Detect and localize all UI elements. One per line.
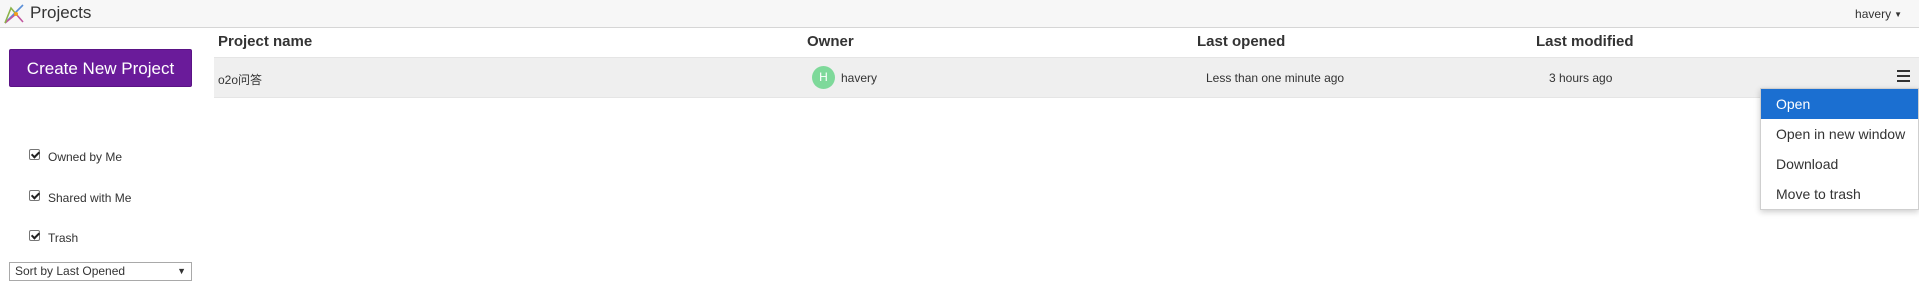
avatar: H [812,66,835,89]
row-actions-menu: Open Open in new window Download Move to… [1760,88,1919,210]
checkbox-shared-with-me[interactable] [29,189,40,201]
checkbox-owned-by-me[interactable] [29,148,40,160]
filter-label: Trash [48,231,79,245]
sort-select[interactable]: Sort by Last Opened ▼ [9,262,192,281]
filter-trash[interactable]: Trash [29,229,79,245]
menu-item-open[interactable]: Open [1761,89,1918,119]
checkbox-trash[interactable] [29,229,40,241]
last-modified: 3 hours ago [1549,71,1613,85]
column-header-owner[interactable]: Owner [807,33,854,50]
user-menu[interactable]: havery ▼ [1855,7,1902,21]
filter-label: Shared with Me [48,191,132,205]
column-header-project-name[interactable]: Project name [218,33,312,50]
filter-label: Owned by Me [48,150,123,164]
table-row[interactable]: o2o问答 H havery Less than one minute ago … [214,57,1919,98]
column-header-last-modified[interactable]: Last modified [1536,33,1634,50]
filter-shared-with-me[interactable]: Shared with Me [29,189,132,205]
project-name[interactable]: o2o问答 [218,71,262,88]
menu-item-move-to-trash[interactable]: Move to trash [1761,179,1918,209]
dropdown-arrow-icon: ▼ [177,266,186,276]
menu-item-download[interactable]: Download [1761,149,1918,179]
user-name: havery [1855,7,1892,21]
caret-down-icon: ▼ [1894,10,1902,19]
sort-selected-value: Sort by Last Opened [15,264,126,278]
hamburger-menu-icon[interactable] [1897,70,1910,82]
filter-owned-by-me[interactable]: Owned by Me [29,148,123,164]
top-bar: Projects havery ▼ [0,0,1919,28]
owner-name: havery [841,71,878,85]
last-opened: Less than one minute ago [1206,71,1345,85]
column-header-last-opened[interactable]: Last opened [1197,33,1285,50]
projects-logo-icon[interactable] [2,2,26,26]
menu-item-open-new-window[interactable]: Open in new window [1761,119,1918,149]
page-title: Projects [30,3,92,22]
create-new-project-button[interactable]: Create New Project [9,49,192,87]
